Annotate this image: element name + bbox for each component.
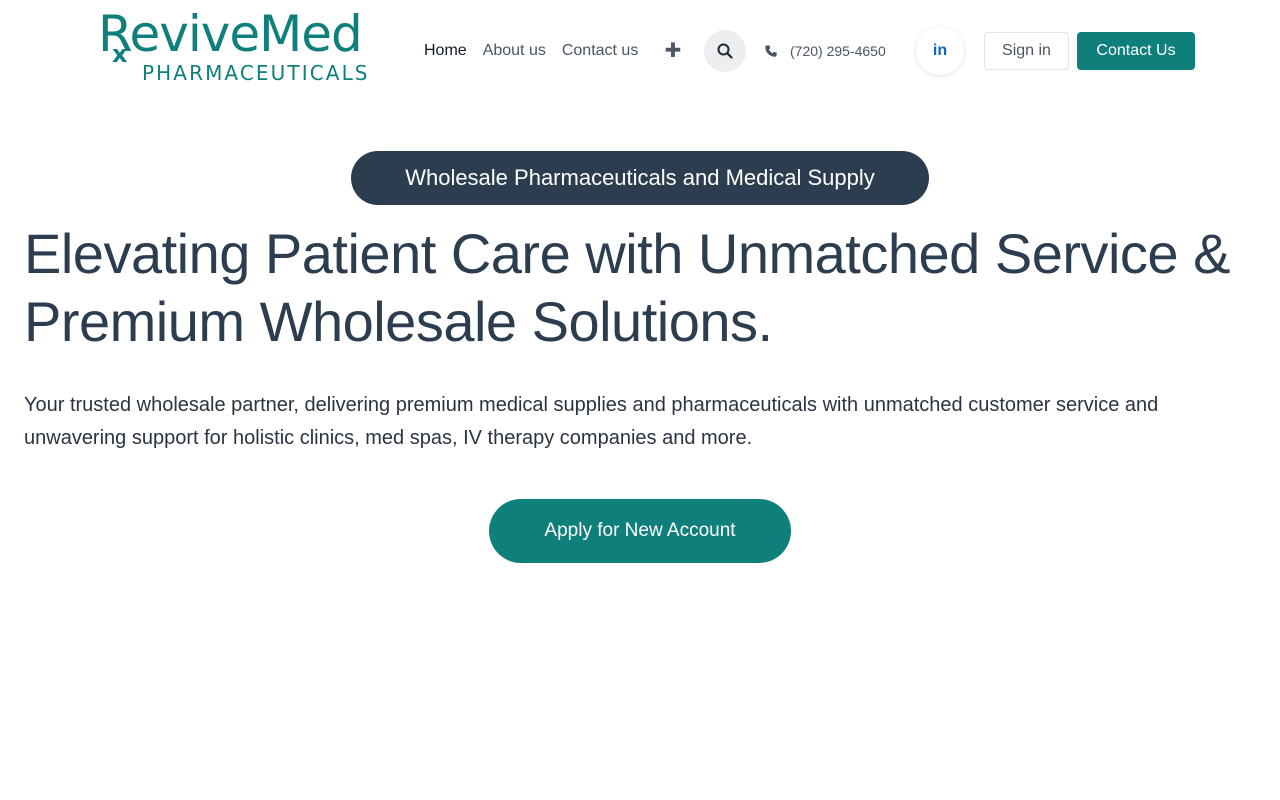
phone-icon <box>765 45 777 57</box>
hero-badge: Wholesale Pharmaceuticals and Medical Su… <box>351 151 929 205</box>
search-icon <box>717 43 733 59</box>
nav-contact-us[interactable]: Contact us <box>562 40 638 62</box>
hero-subtext: Your trusted wholesale partner, deliveri… <box>24 394 1159 449</box>
logo-subtitle: PHARMACEUTICALS <box>142 61 370 85</box>
linkedin-icon: in <box>932 42 948 59</box>
plus-icon[interactable]: ✚ <box>664 40 682 62</box>
phone-link[interactable]: (720) 295-4650 <box>764 40 886 62</box>
logo-rx-mark: x <box>112 40 128 68</box>
linkedin-button[interactable]: in <box>916 27 964 75</box>
hero-headline: Elevating Patient Care with Unmatched Se… <box>24 222 1230 353</box>
nav-about-us[interactable]: About us <box>483 40 546 62</box>
search-button[interactable] <box>704 30 746 72</box>
site-header: ReviveMed x PHARMACEUTICALS Home About u… <box>0 0 1280 102</box>
main-nav: Home About us Contact us <box>424 40 638 62</box>
apply-new-account-button[interactable]: Apply for New Account <box>489 499 791 563</box>
phone-number: (720) 295-4650 <box>790 43 886 59</box>
site-logo[interactable]: ReviveMed x PHARMACEUTICALS <box>98 6 380 85</box>
sign-in-button[interactable]: Sign in <box>984 32 1069 70</box>
logo-wordmark: ReviveMed <box>98 5 363 63</box>
contact-us-button[interactable]: Contact Us <box>1077 32 1195 70</box>
nav-home[interactable]: Home <box>424 40 467 62</box>
